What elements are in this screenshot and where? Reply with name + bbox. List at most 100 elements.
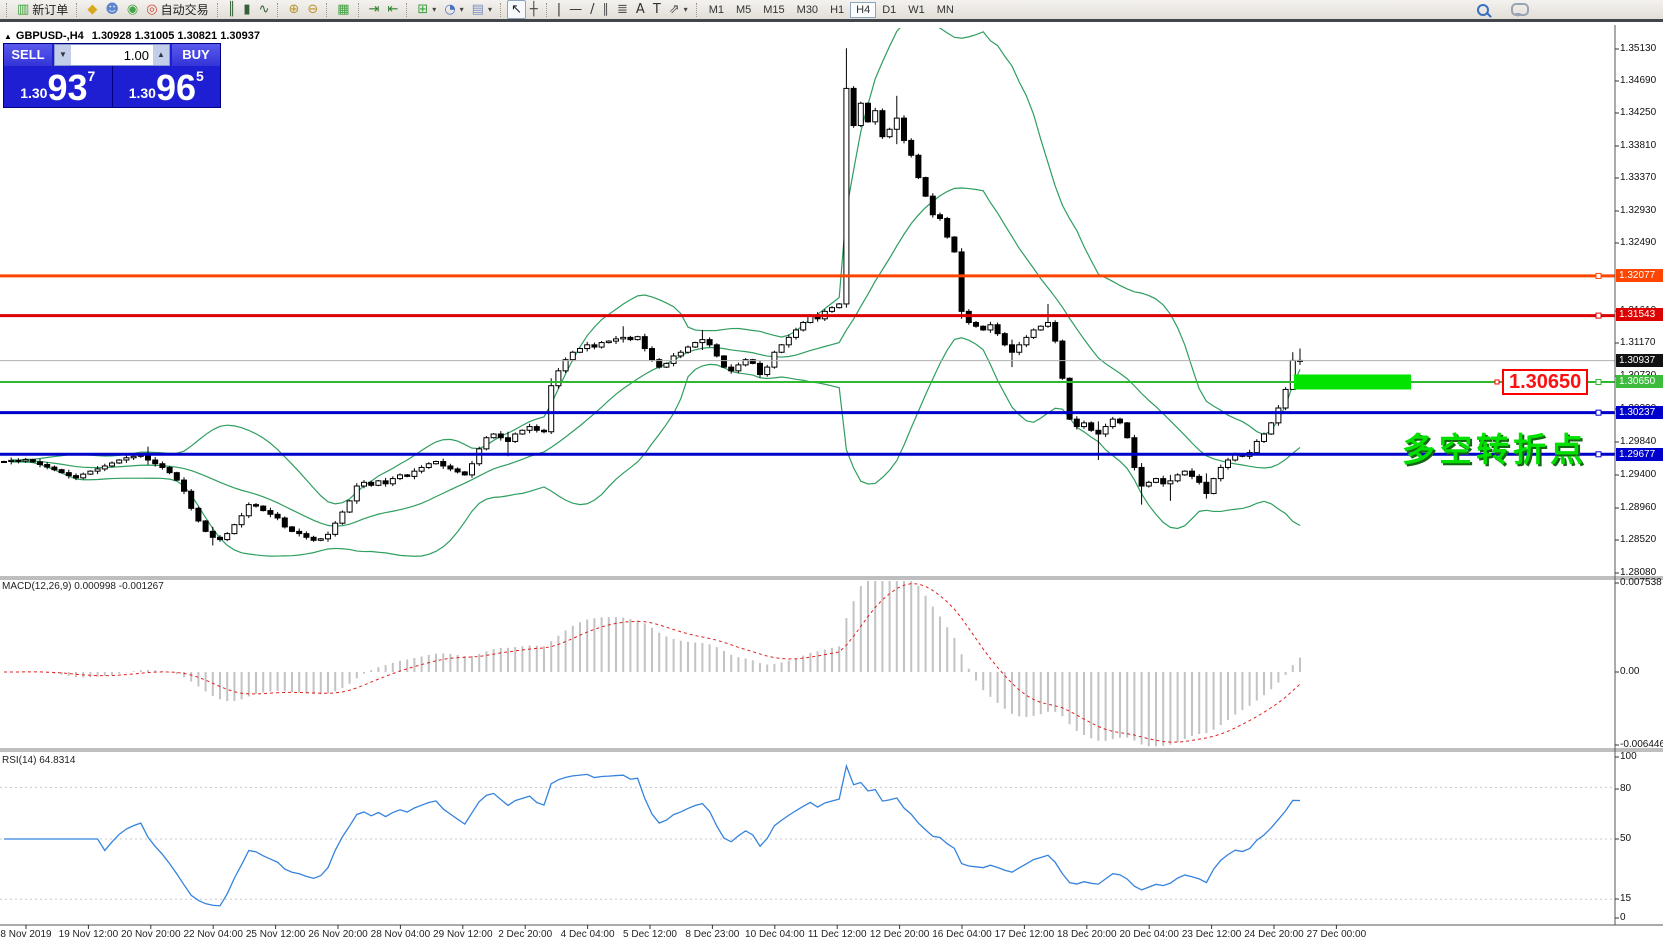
chat-button[interactable] bbox=[1507, 1, 1533, 18]
signals-button[interactable]: ◉ bbox=[123, 0, 142, 19]
fibonacci-button[interactable]: ≣ bbox=[613, 0, 632, 19]
line-anchor-handle[interactable] bbox=[1596, 273, 1601, 278]
timeframe-button-h4[interactable]: H4 bbox=[850, 2, 876, 18]
text-icon: A bbox=[636, 2, 645, 17]
annotation-text[interactable]: 多空转折点 bbox=[1402, 423, 1587, 471]
new-order-icon: ▥ bbox=[17, 2, 29, 17]
chart-shift-button[interactable]: ⇤ bbox=[383, 0, 402, 19]
toolbar-group-grip bbox=[277, 3, 280, 17]
volume-input[interactable] bbox=[71, 45, 153, 65]
line-anchor-handle[interactable] bbox=[1596, 410, 1601, 415]
metaeditor-icon: ◆ bbox=[87, 2, 97, 17]
ohlc-values: 1.30928 1.31005 1.30821 1.30937 bbox=[92, 30, 260, 42]
chart-shift-icon: ⇤ bbox=[387, 2, 398, 17]
chevron-down-icon: ▾ bbox=[684, 5, 688, 14]
main-chart-canvas[interactable] bbox=[0, 25, 1663, 944]
label-anchor-handle[interactable] bbox=[1495, 380, 1499, 384]
timeframe-button-m15[interactable]: M15 bbox=[757, 2, 790, 18]
zoom-out-icon: ⊖ bbox=[307, 2, 318, 17]
buy-price[interactable]: 1.30 96 5 bbox=[112, 66, 221, 107]
channel-icon: ∥ bbox=[603, 2, 610, 17]
auto-scroll-button[interactable]: ⇥ bbox=[365, 0, 384, 19]
indicators-button[interactable]: ⊞▾ bbox=[413, 0, 440, 19]
community-button[interactable]: ☻ bbox=[101, 0, 123, 19]
chevron-down-icon: ▾ bbox=[460, 5, 464, 14]
line-chart-icon: ∿ bbox=[259, 2, 270, 17]
crosshair-button[interactable]: ┼ bbox=[526, 0, 542, 19]
cursor-button[interactable]: ↖ bbox=[507, 0, 526, 19]
templates-button[interactable]: ▤▾ bbox=[468, 0, 496, 19]
periods-button[interactable]: ◔▾ bbox=[440, 0, 467, 19]
buy-price-pip: 5 bbox=[196, 68, 204, 84]
auto-scroll-icon: ⇥ bbox=[369, 2, 380, 17]
zoom-in-button[interactable]: ⊕ bbox=[284, 0, 303, 19]
signals-icon: ◉ bbox=[127, 2, 138, 17]
tile-windows-icon: ▦ bbox=[337, 2, 349, 17]
channel-button[interactable]: ∥ bbox=[599, 0, 614, 19]
arrows-button[interactable]: ⇗▾ bbox=[665, 0, 692, 19]
timeframe-button-m30[interactable]: M30 bbox=[791, 2, 824, 18]
collapse-icon[interactable]: ▲ bbox=[4, 32, 12, 41]
toolbar-group-grip bbox=[500, 3, 503, 17]
search-button[interactable] bbox=[1473, 2, 1493, 18]
arrows-icon: ⇗ bbox=[669, 2, 680, 17]
toolbar-group-grip bbox=[326, 3, 329, 17]
toolbar-group-grip bbox=[696, 3, 699, 17]
toolbar-group-grip bbox=[6, 3, 9, 17]
timeframe-button-h1[interactable]: H1 bbox=[824, 2, 850, 18]
chart-window[interactable]: 1.351301.346901.342501.338101.333701.329… bbox=[0, 25, 1663, 944]
toolbar-group-grip bbox=[358, 3, 361, 17]
price-level-text-label[interactable]: 1.30650 bbox=[1502, 369, 1588, 395]
timeframe-button-w1[interactable]: W1 bbox=[902, 2, 931, 18]
bars-chart-button[interactable]: ║ bbox=[224, 0, 240, 19]
buy-price-main: 96 bbox=[156, 71, 196, 105]
vertical-line-button[interactable]: | bbox=[553, 0, 565, 19]
toolbar-group-grip bbox=[406, 3, 409, 17]
new-order-button[interactable]: ▥新订单 bbox=[13, 0, 72, 20]
horizontal-line-button[interactable]: — bbox=[565, 0, 586, 19]
chat-icon bbox=[1511, 3, 1529, 16]
timeframe-button-mn[interactable]: MN bbox=[931, 2, 960, 18]
crosshair-icon: ┼ bbox=[530, 2, 538, 17]
volume-spinner: ▼ ▲ bbox=[54, 44, 170, 66]
toolbar-group-grip bbox=[546, 3, 549, 17]
sell-price[interactable]: 1.30 93 7 bbox=[4, 66, 112, 107]
metaeditor-button[interactable]: ◆ bbox=[83, 0, 101, 19]
macd-indicator-label: MACD(12,26,9) 0.000998 -0.001267 bbox=[2, 581, 164, 592]
mt4-window: ▥新订单◆☻◉◎自动交易║▮∿⊕⊖▦⇥⇤⊞▾◔▾▤▾↖┼|—/∥≣AT⇗▾M1M… bbox=[0, 0, 1663, 944]
autotrading-button[interactable]: ◎自动交易 bbox=[142, 0, 212, 20]
trendline-button[interactable]: / bbox=[586, 0, 598, 19]
line-chart-button[interactable]: ∿ bbox=[255, 0, 274, 19]
periods-icon: ◔ bbox=[444, 2, 455, 17]
new-order-button-label: 新订单 bbox=[32, 1, 68, 18]
volume-increase-button[interactable]: ▲ bbox=[153, 45, 169, 65]
community-icon: ☻ bbox=[105, 2, 119, 17]
sell-button[interactable]: SELL bbox=[4, 44, 52, 66]
chevron-down-icon: ▾ bbox=[488, 5, 492, 14]
bars-chart-icon: ║ bbox=[228, 2, 236, 17]
line-anchor-handle[interactable] bbox=[1596, 452, 1601, 457]
vertical-line-icon: | bbox=[557, 2, 561, 17]
line-anchor-handle[interactable] bbox=[1596, 379, 1601, 384]
text-label-button[interactable]: T bbox=[649, 0, 665, 19]
highlight-rectangle[interactable] bbox=[1294, 374, 1411, 389]
buy-button[interactable]: BUY bbox=[172, 44, 220, 66]
toolbar-group-grip bbox=[76, 3, 79, 17]
zoom-out-button[interactable]: ⊖ bbox=[303, 0, 322, 19]
indicators-icon: ⊞ bbox=[417, 2, 428, 17]
autotrading-icon: ◎ bbox=[146, 2, 157, 17]
text-button[interactable]: A bbox=[632, 0, 649, 19]
candlestick-chart-button[interactable]: ▮ bbox=[239, 0, 254, 19]
one-click-trading-panel: SELL ▼ ▲ BUY 1.30 93 7 1.30 96 5 bbox=[3, 43, 221, 108]
timeframe-button-m5[interactable]: M5 bbox=[730, 2, 757, 18]
toolbar: ▥新订单◆☻◉◎自动交易║▮∿⊕⊖▦⇥⇤⊞▾◔▾▤▾↖┼|—/∥≣AT⇗▾M1M… bbox=[0, 0, 1663, 22]
line-anchor-handle[interactable] bbox=[1596, 313, 1601, 318]
volume-decrease-button[interactable]: ▼ bbox=[55, 45, 71, 65]
tile-windows-button[interactable]: ▦ bbox=[333, 0, 353, 19]
search-icon bbox=[1477, 4, 1489, 16]
timeframe-button-d1[interactable]: D1 bbox=[876, 2, 902, 18]
rsi-indicator-label: RSI(14) 64.8314 bbox=[2, 755, 75, 766]
candlestick-chart-icon: ▮ bbox=[243, 2, 250, 17]
timeframe-button-m1[interactable]: M1 bbox=[703, 2, 730, 18]
trendline-icon: / bbox=[590, 2, 594, 17]
